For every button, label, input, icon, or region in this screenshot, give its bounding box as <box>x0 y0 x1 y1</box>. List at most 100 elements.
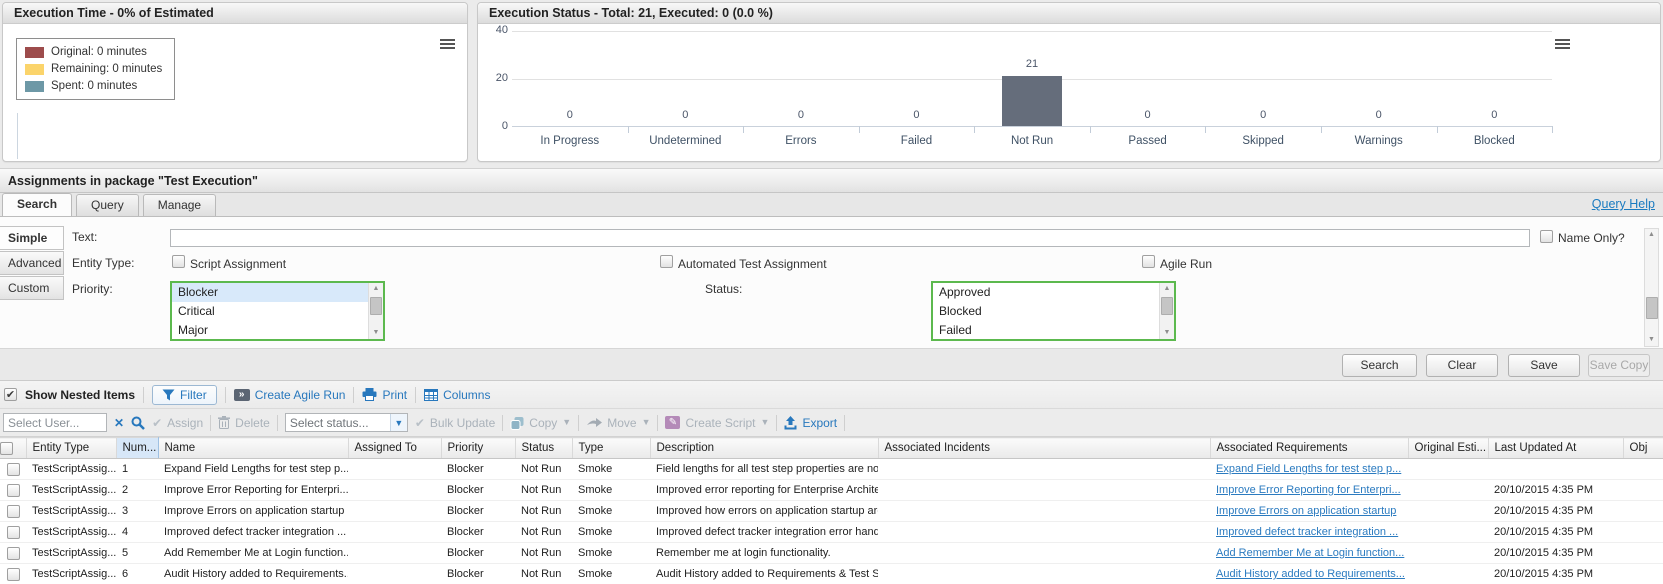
priority-listbox[interactable]: Blocker Critical Major ▲ ▼ <box>170 281 385 341</box>
row-checkbox[interactable] <box>7 568 20 581</box>
assignments-tabs: Search Query Manage Query Help <box>0 193 1663 217</box>
table-row[interactable]: TestScriptAssig... 3 Improve Errors on a… <box>0 501 1663 522</box>
column-header-obj[interactable]: Obj <box>1623 438 1663 459</box>
automated-test-assignment-label: Automated Test Assignment <box>678 257 827 271</box>
cell-entity-type: TestScriptAssig... <box>26 459 116 480</box>
automated-test-assignment-checkbox[interactable] <box>660 255 673 268</box>
cell-associated-incidents <box>878 543 1210 564</box>
scrollbar-thumb[interactable] <box>370 297 382 315</box>
column-header-associated-incidents[interactable]: Associated Incidents <box>878 438 1210 459</box>
select-user-input[interactable] <box>3 413 107 432</box>
row-checkbox[interactable] <box>7 526 20 539</box>
name-only-checkbox[interactable] <box>1540 230 1553 243</box>
y-axis-tick: 40 <box>482 24 508 36</box>
status-option[interactable]: Blocked <box>933 302 1159 321</box>
form-scrollbar[interactable]: ▲ ▼ <box>1644 228 1659 347</box>
column-header-priority[interactable]: Priority <box>441 438 515 459</box>
search-icon[interactable] <box>131 416 145 430</box>
row-checkbox[interactable] <box>7 463 20 476</box>
cell-obj <box>1623 543 1663 564</box>
priority-option[interactable]: Major <box>172 321 368 340</box>
search-button[interactable]: Search <box>1342 354 1417 377</box>
table-row[interactable]: TestScriptAssig... 6 Audit History added… <box>0 564 1663 584</box>
bar-value-label: 0 <box>1321 109 1437 121</box>
print-button[interactable]: Print <box>362 388 407 402</box>
column-header-last-updated-at[interactable]: Last Updated At <box>1488 438 1623 459</box>
table-row[interactable]: TestScriptAssig... 2 Improve Error Repor… <box>0 480 1663 501</box>
show-nested-items-checkbox[interactable] <box>4 388 17 401</box>
column-header-associated-requirements[interactable]: Associated Requirements <box>1210 438 1408 459</box>
search-text-input[interactable] <box>170 229 1530 247</box>
scroll-up-icon[interactable]: ▲ <box>369 283 383 295</box>
cell-associated-incidents <box>878 564 1210 584</box>
agile-run-checkbox[interactable] <box>1142 255 1155 268</box>
grid-actionbar: ✕ ✔ Assign Delete Select status... ▼ ✔ B… <box>0 409 1663 437</box>
requirement-link[interactable]: Add Remember Me at Login function... <box>1216 547 1404 559</box>
cell-priority: Blocker <box>441 459 515 480</box>
scrollbar-thumb[interactable] <box>1161 297 1173 315</box>
query-help-link[interactable]: Query Help <box>1592 197 1655 211</box>
columns-button[interactable]: Columns <box>424 388 490 402</box>
scroll-down-icon[interactable]: ▼ <box>369 327 383 339</box>
tab-query[interactable]: Query <box>76 194 139 216</box>
table-row[interactable]: TestScriptAssig... 1 Expand Field Length… <box>0 459 1663 480</box>
listbox-scrollbar[interactable]: ▲ ▼ <box>1159 283 1174 339</box>
side-tab-advanced[interactable]: Advanced <box>0 251 64 275</box>
save-button[interactable]: Save <box>1508 354 1580 377</box>
requirement-link[interactable]: Expand Field Lengths for test step p... <box>1216 463 1401 475</box>
cell-status: Not Run <box>515 459 572 480</box>
cell-entity-type: TestScriptAssig... <box>26 522 116 543</box>
row-checkbox[interactable] <box>7 505 20 518</box>
column-header-description[interactable]: Description <box>650 438 878 459</box>
requirement-link[interactable]: Improve Error Reporting for Enterpri... <box>1216 484 1401 496</box>
requirement-link[interactable]: Improve Errors on application startup <box>1216 505 1396 517</box>
priority-option[interactable]: Critical <box>172 302 368 321</box>
column-header-entity-type[interactable]: Entity Type <box>26 438 116 459</box>
tab-search[interactable]: Search <box>2 193 72 216</box>
requirement-link[interactable]: Improved defect tracker integration ... <box>1216 526 1398 538</box>
scroll-up-icon[interactable]: ▲ <box>1160 283 1174 295</box>
status-option[interactable]: Failed <box>933 321 1159 340</box>
column-header-type[interactable]: Type <box>572 438 650 459</box>
funnel-icon <box>162 389 175 401</box>
cell-name: Expand Field Lengths for test step p... <box>158 459 348 480</box>
priority-option[interactable]: Blocker <box>172 283 368 302</box>
listbox-scrollbar[interactable]: ▲ ▼ <box>368 283 383 339</box>
chart-menu-icon[interactable] <box>440 39 455 41</box>
export-button[interactable]: Export <box>784 416 837 430</box>
column-header-status[interactable]: Status <box>515 438 572 459</box>
column-header-assigned-to[interactable]: Assigned To <box>348 438 441 459</box>
scroll-up-icon[interactable]: ▲ <box>1645 229 1658 241</box>
form-buttons-row: Search Clear Save Save Copy <box>0 348 1663 381</box>
side-tab-simple[interactable]: Simple <box>0 226 64 250</box>
status-label: Status: <box>705 282 742 296</box>
status-listbox[interactable]: Approved Blocked Failed ▲ ▼ <box>931 281 1176 341</box>
separator <box>143 387 144 403</box>
tab-manage[interactable]: Manage <box>143 194 216 216</box>
row-checkbox[interactable] <box>7 547 20 560</box>
clear-user-icon[interactable]: ✕ <box>114 416 124 430</box>
requirement-link[interactable]: Audit History added to Requirements... <box>1216 568 1405 580</box>
table-row[interactable]: TestScriptAssig... 4 Improved defect tra… <box>0 522 1663 543</box>
script-assignment-checkbox[interactable] <box>172 255 185 268</box>
create-agile-run-button[interactable]: » Create Agile Run <box>234 388 346 402</box>
filter-button[interactable]: Filter <box>152 385 217 405</box>
scroll-down-icon[interactable]: ▼ <box>1645 334 1658 346</box>
chart-bar-column: 0 <box>1437 31 1553 126</box>
chart-bar-column: 0 <box>859 31 975 126</box>
status-option[interactable]: Approved <box>933 283 1159 302</box>
chevron-down-icon[interactable]: ▼ <box>390 414 407 431</box>
scrollbar-thumb[interactable] <box>1646 297 1658 319</box>
select-all-checkbox[interactable] <box>0 442 13 455</box>
column-header-name[interactable]: Name <box>158 438 348 459</box>
table-row[interactable]: TestScriptAssig... 5 Add Remember Me at … <box>0 543 1663 564</box>
chart-menu-icon[interactable] <box>1555 39 1570 41</box>
clear-button[interactable]: Clear <box>1426 354 1498 377</box>
select-status-dropdown[interactable]: Select status... ▼ <box>285 413 408 432</box>
column-header-original-estimate[interactable]: Original Esti... <box>1408 438 1488 459</box>
side-tab-custom[interactable]: Custom <box>0 276 64 300</box>
column-header-num[interactable]: Num... <box>116 438 158 459</box>
row-checkbox[interactable] <box>7 484 20 497</box>
cell-obj <box>1623 501 1663 522</box>
scroll-down-icon[interactable]: ▼ <box>1160 327 1174 339</box>
